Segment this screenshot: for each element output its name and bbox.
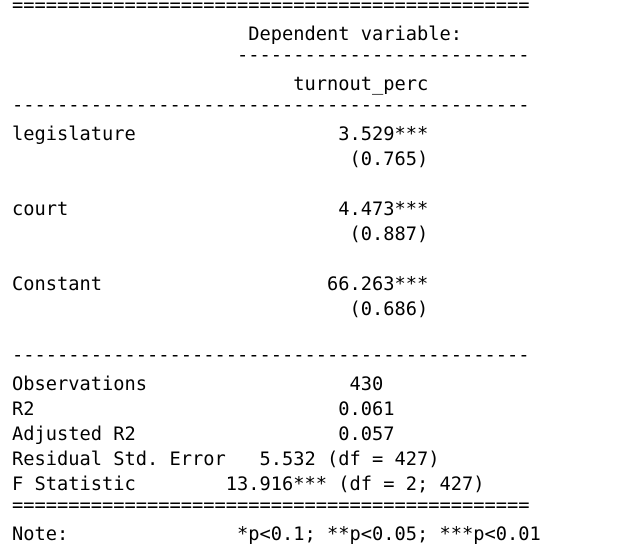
stat-r2: R2 0.061: [12, 399, 395, 420]
se-row-legislature: (0.765): [12, 149, 429, 170]
rule-header-partial: --------------------------: [12, 50, 530, 62]
stat-adjusted-r2: Adjusted R2 0.057: [12, 424, 395, 445]
rule-under-header: ----------------------------------------…: [12, 100, 530, 112]
rule-bottom-double: ========================================…: [12, 500, 530, 512]
coef-row-court: court 4.473***: [12, 199, 429, 220]
significance-note: Note: *p<0.1; **p<0.05; ***p<0.01: [12, 524, 541, 545]
stat-f-statistic: F Statistic 13.916*** (df = 2; 427): [12, 474, 485, 495]
se-row-constant: (0.686): [12, 299, 429, 320]
rule-before-stats: ----------------------------------------…: [12, 350, 530, 362]
stat-observations: Observations 430: [12, 374, 384, 395]
stat-residual-std-error: Residual Std. Error 5.532 (df = 427): [12, 449, 440, 470]
coef-row-constant: Constant 66.263***: [12, 274, 429, 295]
dependent-variable-name: turnout_perc: [12, 74, 429, 95]
coef-row-legislature: legislature 3.529***: [12, 124, 429, 145]
se-row-court: (0.887): [12, 224, 429, 245]
rule-top-double: ========================================…: [12, 0, 530, 12]
dependent-variable-header: Dependent variable:: [12, 24, 463, 45]
